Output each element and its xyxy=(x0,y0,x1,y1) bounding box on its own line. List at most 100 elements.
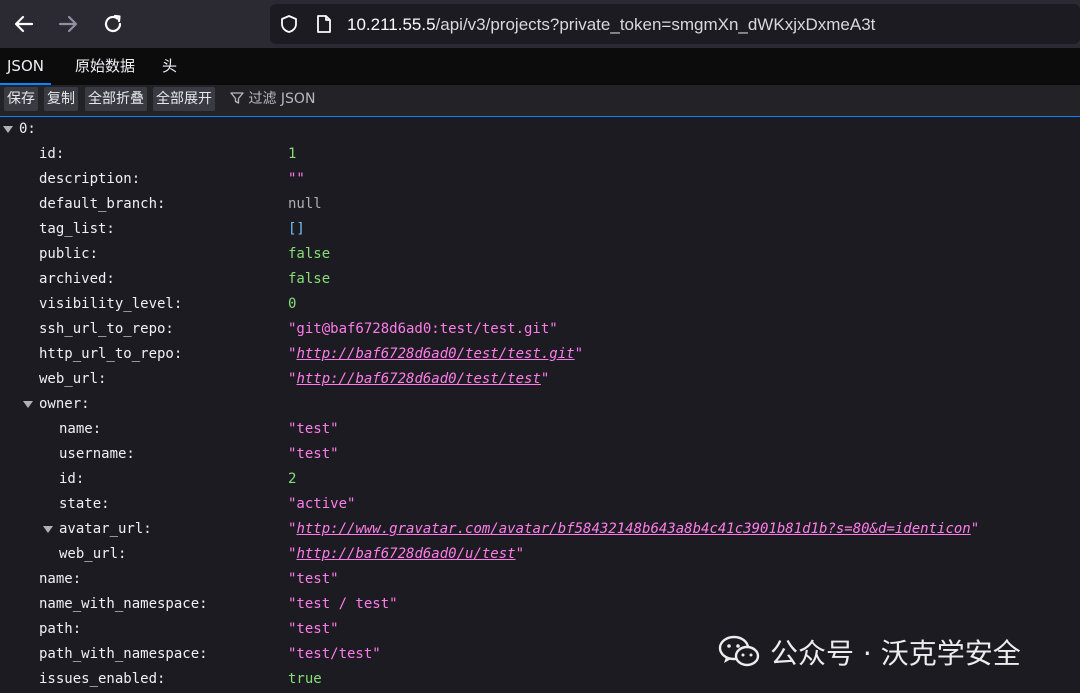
tab-headers[interactable]: 头 xyxy=(162,48,177,85)
url-text[interactable]: 10.211.55.5/api/v3/projects?private_toke… xyxy=(347,15,875,35)
forward-button[interactable] xyxy=(52,8,84,40)
tree-row[interactable]: description: "" xyxy=(0,167,1080,192)
tree-row[interactable]: id: 1 xyxy=(0,142,1080,167)
forward-arrow-icon xyxy=(58,15,78,33)
tree-key: public: xyxy=(39,246,99,262)
tree-value: "http://baf6728d6ad0/u/test" xyxy=(288,546,525,562)
tree-row[interactable]: name_with_namespace: "test / test" xyxy=(0,592,1080,617)
tree-key: name_with_namespace: xyxy=(39,596,208,612)
tree-key: tag_list: xyxy=(39,221,115,237)
browser-toolbar: 10.211.55.5/api/v3/projects?private_toke… xyxy=(0,0,1080,48)
tree-value: 2 xyxy=(288,471,297,487)
tree-key: id: xyxy=(39,146,65,162)
filter-placeholder: 过滤 JSON xyxy=(248,91,316,107)
tab-raw-data[interactable]: 原始数据 xyxy=(75,48,135,85)
tree-key: issues_enabled: xyxy=(39,671,166,687)
tree-key: name: xyxy=(59,421,102,437)
tree-value: false xyxy=(288,246,331,262)
reload-icon xyxy=(104,14,122,33)
tree-row[interactable]: http_url_to_repo: "http://baf6728d6ad0/te… xyxy=(0,342,1080,367)
tree-value: [] xyxy=(288,221,305,237)
url-link[interactable]: http://baf6728d6ad0/u/test xyxy=(296,546,515,562)
url-link[interactable]: http://www.gravatar.com/avatar/bf5843214… xyxy=(296,521,970,537)
filter-json-input[interactable]: 过滤 JSON xyxy=(230,87,315,111)
tree-value: 1 xyxy=(288,146,297,162)
tree-key: description: xyxy=(39,171,141,187)
wechat-icon xyxy=(718,635,760,667)
tree-key: path_with_namespace: xyxy=(39,646,208,662)
tree-row[interactable]: name: "test" xyxy=(0,567,1080,592)
tree-value: "active" xyxy=(288,496,356,512)
tree-value: "" xyxy=(288,171,305,187)
tree-value: "git@baf6728d6ad0:test/test.git" xyxy=(288,321,558,337)
tree-row[interactable]: web_url: "http://baf6728d6ad0/u/test" xyxy=(0,542,1080,567)
url-host: 10.211.55.5 xyxy=(347,15,436,34)
tree-value: "test" xyxy=(288,571,339,587)
tree-value: "http://www.gravatar.com/avatar/bf584321… xyxy=(288,521,980,537)
shield-icon[interactable] xyxy=(279,14,299,38)
tree-value: "http://baf6728d6ad0/test/test.git" xyxy=(288,346,584,362)
expand-all-button[interactable]: 全部展开 xyxy=(153,87,215,111)
tree-row[interactable]: name: "test" xyxy=(0,417,1080,442)
tree-key: 0: xyxy=(19,121,36,137)
tree-key: owner: xyxy=(39,396,90,412)
back-button[interactable] xyxy=(8,8,40,40)
json-action-bar: 保存 复制 全部折叠 全部展开 过滤 JSON xyxy=(0,85,1080,118)
tree-key: name: xyxy=(39,571,82,587)
collapse-all-button[interactable]: 全部折叠 xyxy=(85,87,147,111)
tree-row[interactable]: default_branch: null xyxy=(0,192,1080,217)
url-link[interactable]: http://baf6728d6ad0/test/test.git xyxy=(296,346,574,362)
tree-key: web_url: xyxy=(39,371,107,387)
tree-row[interactable]: visibility_level: 0 xyxy=(0,292,1080,317)
tree-row[interactable]: state: "active" xyxy=(0,492,1080,517)
page-icon[interactable] xyxy=(315,14,333,38)
reload-button[interactable] xyxy=(97,8,129,40)
tree-row[interactable]: id: 2 xyxy=(0,467,1080,492)
tree-value: "test / test" xyxy=(288,596,398,612)
back-arrow-icon xyxy=(14,15,34,33)
tree-key: avatar_url: xyxy=(59,521,152,537)
tree-row[interactable]: web_url: "http://baf6728d6ad0/test/test" xyxy=(0,367,1080,392)
tree-row[interactable]: ssh_url_to_repo: "git@baf6728d6ad0:test/t… xyxy=(0,317,1080,342)
tree-row[interactable]: archived: false xyxy=(0,267,1080,292)
url-link[interactable]: http://baf6728d6ad0/test/test xyxy=(296,371,540,387)
expand-triangle-icon[interactable] xyxy=(43,526,53,533)
tree-key: http_url_to_repo: xyxy=(39,346,183,362)
tree-value: 0 xyxy=(288,296,297,312)
tree-key: ssh_url_to_repo: xyxy=(39,321,174,337)
tree-key: username: xyxy=(59,446,135,462)
expand-triangle-icon[interactable] xyxy=(23,401,33,408)
expand-triangle-icon[interactable] xyxy=(3,126,13,133)
tree-key: id: xyxy=(59,471,85,487)
tree-root-row[interactable]: 0: xyxy=(0,117,1080,142)
address-bar[interactable]: 10.211.55.5/api/v3/projects?private_toke… xyxy=(270,4,1080,44)
tab-json[interactable]: JSON xyxy=(0,48,51,85)
tree-row-owner[interactable]: owner: xyxy=(0,392,1080,417)
tree-row[interactable]: username: "test" xyxy=(0,442,1080,467)
tree-row[interactable]: public: false xyxy=(0,242,1080,267)
watermark: 公众号 · 沃克学安全 xyxy=(718,625,1021,679)
tree-value: "test" xyxy=(288,446,339,462)
viewer-tabs: JSON 原始数据 头 xyxy=(0,48,1080,85)
tree-value: "test" xyxy=(288,421,339,437)
url-path: /api/v3/projects?private_token=smgmXn_dW… xyxy=(435,15,876,34)
save-button[interactable]: 保存 xyxy=(4,87,38,111)
tree-key: state: xyxy=(59,496,110,512)
watermark-text: 公众号 · 沃克学安全 xyxy=(770,637,1021,670)
tree-row[interactable]: tag_list: [] xyxy=(0,217,1080,242)
tree-key: archived: xyxy=(39,271,115,287)
copy-button[interactable]: 复制 xyxy=(44,87,78,111)
filter-icon xyxy=(230,92,244,104)
tree-value: "test" xyxy=(288,621,339,637)
tree-value: false xyxy=(288,271,331,287)
tree-value: null xyxy=(288,196,322,212)
tree-value: "http://baf6728d6ad0/test/test" xyxy=(288,371,550,387)
json-tree: 0: id: 1 description: "" default_branch: nu… xyxy=(0,117,1080,693)
tree-key: web_url: xyxy=(59,546,127,562)
tree-key: visibility_level: xyxy=(39,296,183,312)
tree-key: default_branch: xyxy=(39,196,166,212)
tree-row[interactable]: avatar_url: "http://www.gravatar.com/ava… xyxy=(0,517,1080,542)
tree-value: "test/test" xyxy=(288,646,381,662)
tree-value: true xyxy=(288,671,322,687)
tree-key: path: xyxy=(39,621,82,637)
